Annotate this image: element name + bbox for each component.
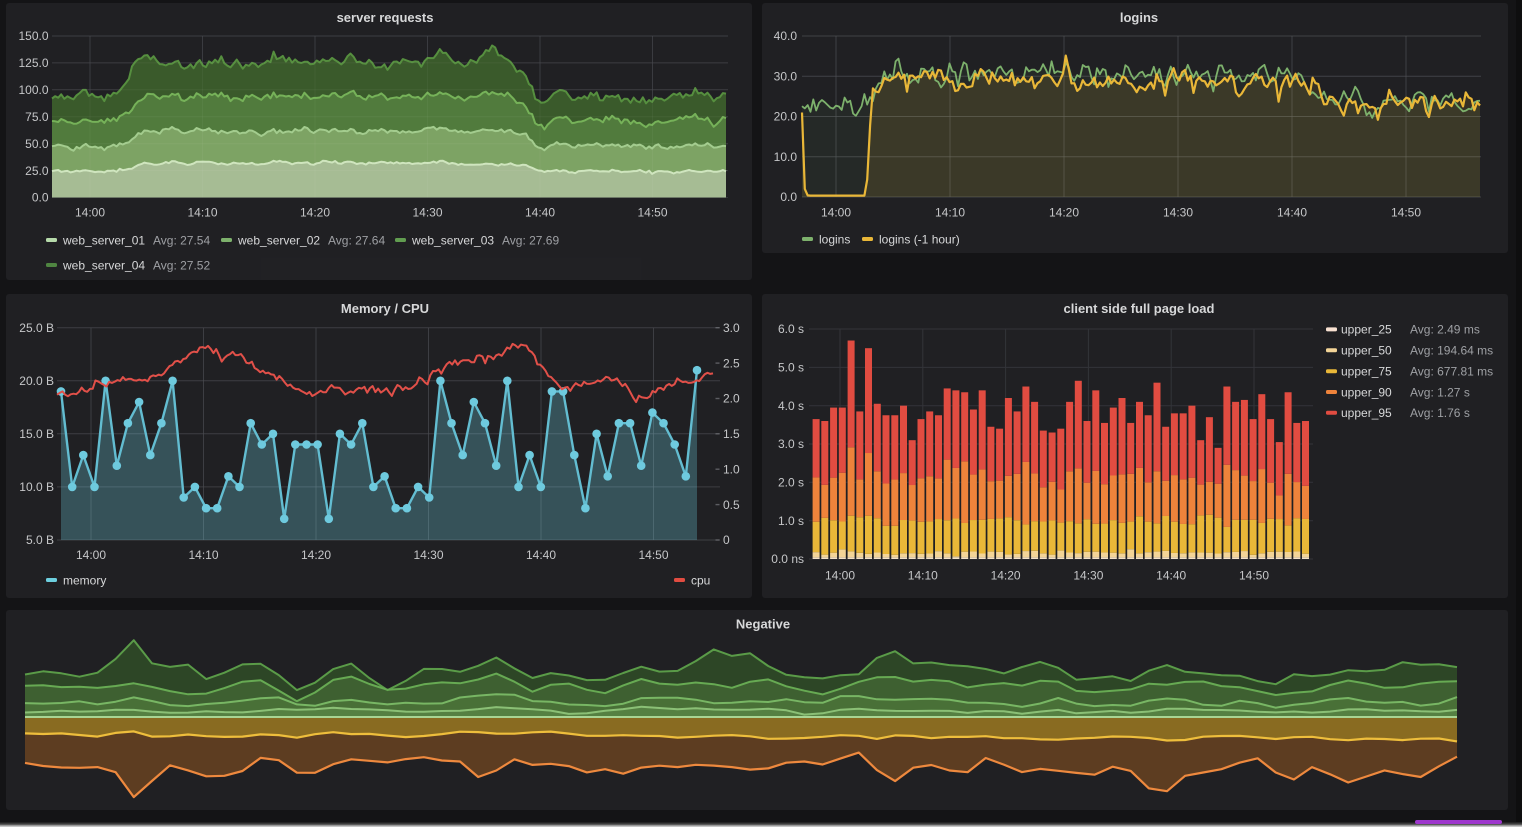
svg-text:cpu: cpu xyxy=(691,573,710,587)
svg-text:14:30: 14:30 xyxy=(1073,568,1103,582)
svg-text:75.0: 75.0 xyxy=(25,110,49,124)
svg-text:100.0: 100.0 xyxy=(18,83,48,97)
svg-text:Avg: 27.52: Avg: 27.52 xyxy=(153,258,210,272)
svg-text:logins: logins xyxy=(1120,10,1158,25)
svg-text:15.0 B: 15.0 B xyxy=(19,427,54,441)
svg-text:3.0: 3.0 xyxy=(723,321,740,335)
svg-text:14:40: 14:40 xyxy=(526,548,556,562)
svg-text:150.0: 150.0 xyxy=(18,29,48,43)
svg-text:14:40: 14:40 xyxy=(1277,206,1307,220)
svg-text:14:20: 14:20 xyxy=(301,548,331,562)
svg-text:0.0: 0.0 xyxy=(32,191,49,205)
svg-text:0: 0 xyxy=(723,533,730,547)
svg-text:14:20: 14:20 xyxy=(300,206,330,220)
svg-text:14:50: 14:50 xyxy=(1391,206,1421,220)
svg-text:20.0 B: 20.0 B xyxy=(19,374,54,388)
svg-text:14:10: 14:10 xyxy=(908,568,938,582)
svg-text:14:30: 14:30 xyxy=(412,206,442,220)
svg-text:Negative: Negative xyxy=(736,617,790,632)
svg-text:1.5: 1.5 xyxy=(723,427,740,441)
svg-text:1.0 s: 1.0 s xyxy=(778,514,804,528)
svg-text:14:00: 14:00 xyxy=(76,548,106,562)
svg-text:upper_75: upper_75 xyxy=(1341,365,1392,379)
svg-text:14:10: 14:10 xyxy=(935,206,965,220)
svg-text:14:20: 14:20 xyxy=(1049,206,1079,220)
svg-text:50.0: 50.0 xyxy=(25,137,49,151)
svg-text:0.5: 0.5 xyxy=(723,498,740,512)
svg-text:14:10: 14:10 xyxy=(187,206,217,220)
svg-text:10.0 B: 10.0 B xyxy=(19,480,54,494)
svg-text:Avg: 677.81 ms: Avg: 677.81 ms xyxy=(1410,365,1493,379)
svg-text:Memory / CPU: Memory / CPU xyxy=(341,301,429,316)
svg-text:14:50: 14:50 xyxy=(637,206,667,220)
svg-text:logins: logins xyxy=(819,232,850,246)
svg-text:125.0: 125.0 xyxy=(18,56,48,70)
svg-text:25.0 B: 25.0 B xyxy=(19,321,54,335)
svg-text:Avg: 1.76 s: Avg: 1.76 s xyxy=(1410,406,1470,420)
svg-text:web_server_03: web_server_03 xyxy=(411,233,494,247)
svg-text:web_server_01: web_server_01 xyxy=(62,233,145,247)
svg-text:40.0: 40.0 xyxy=(774,29,798,43)
svg-text:14:00: 14:00 xyxy=(75,206,105,220)
svg-text:upper_90: upper_90 xyxy=(1341,385,1392,399)
svg-text:upper_50: upper_50 xyxy=(1341,344,1392,358)
svg-text:upper_25: upper_25 xyxy=(1341,323,1392,337)
svg-text:14:50: 14:50 xyxy=(638,548,668,562)
svg-text:14:30: 14:30 xyxy=(413,548,443,562)
svg-text:0.0: 0.0 xyxy=(780,190,797,204)
svg-text:0.0 ns: 0.0 ns xyxy=(771,552,804,566)
svg-text:2.5: 2.5 xyxy=(723,356,740,370)
svg-text:5.0 B: 5.0 B xyxy=(26,533,54,547)
svg-text:14:00: 14:00 xyxy=(821,206,851,220)
svg-text:14:20: 14:20 xyxy=(991,568,1021,582)
svg-text:upper_95: upper_95 xyxy=(1341,406,1392,420)
svg-text:14:40: 14:40 xyxy=(525,206,555,220)
svg-text:10.0: 10.0 xyxy=(774,150,798,164)
svg-text:2.0: 2.0 xyxy=(723,392,740,406)
svg-text:Avg: 27.54: Avg: 27.54 xyxy=(153,233,210,247)
svg-text:1.0: 1.0 xyxy=(723,462,740,476)
svg-text:20.0: 20.0 xyxy=(774,110,798,124)
svg-text:25.0: 25.0 xyxy=(25,164,49,178)
svg-text:14:30: 14:30 xyxy=(1163,206,1193,220)
svg-text:Avg: 194.64 ms: Avg: 194.64 ms xyxy=(1410,344,1493,358)
svg-text:logins (-1 hour): logins (-1 hour) xyxy=(879,232,960,246)
svg-text:6.0 s: 6.0 s xyxy=(778,322,804,336)
svg-text:Avg: 2.49 ms: Avg: 2.49 ms xyxy=(1410,323,1480,337)
svg-text:30.0: 30.0 xyxy=(774,70,798,84)
svg-text:5.0 s: 5.0 s xyxy=(778,361,804,375)
svg-text:web_server_02: web_server_02 xyxy=(237,233,320,247)
svg-text:server requests: server requests xyxy=(337,10,434,25)
svg-text:2.0 s: 2.0 s xyxy=(778,476,804,490)
svg-text:Avg: 27.64: Avg: 27.64 xyxy=(328,233,385,247)
svg-text:14:00: 14:00 xyxy=(825,568,855,582)
svg-text:Avg: 1.27 s: Avg: 1.27 s xyxy=(1410,385,1470,399)
svg-text:web_server_04: web_server_04 xyxy=(62,258,145,272)
svg-text:14:10: 14:10 xyxy=(188,548,218,562)
svg-text:client side full page load: client side full page load xyxy=(1064,301,1215,316)
svg-text:3.0 s: 3.0 s xyxy=(778,437,804,451)
svg-text:memory: memory xyxy=(63,573,106,587)
svg-text:Avg: 27.69: Avg: 27.69 xyxy=(502,233,559,247)
svg-text:4.0 s: 4.0 s xyxy=(778,399,804,413)
svg-text:14:50: 14:50 xyxy=(1239,568,1269,582)
svg-text:14:40: 14:40 xyxy=(1156,568,1186,582)
